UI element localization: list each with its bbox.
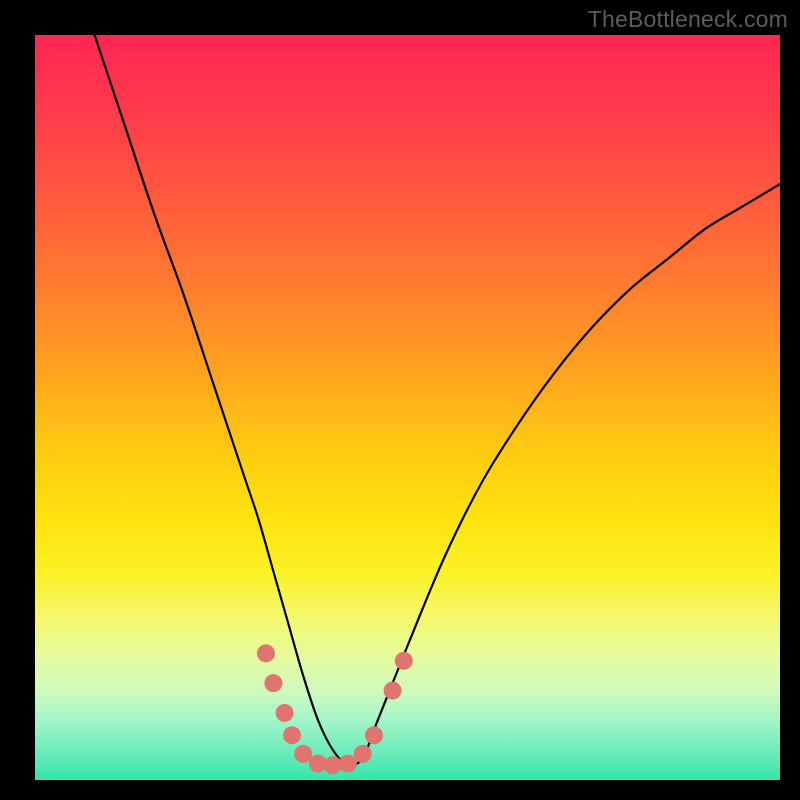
watermark-text: TheBottleneck.com	[588, 6, 788, 33]
curve-marker	[365, 726, 383, 744]
gradient-plot-area	[35, 35, 780, 780]
curve-marker	[384, 682, 402, 700]
curve-marker	[395, 652, 413, 670]
chart-stage: TheBottleneck.com	[0, 0, 800, 800]
curve-marker	[257, 644, 275, 662]
curve-marker	[276, 704, 294, 722]
curve-marker	[339, 755, 357, 773]
bottleneck-curve-svg	[35, 35, 780, 780]
curve-marker	[283, 726, 301, 744]
curve-marker	[294, 745, 312, 763]
curve-marker	[264, 674, 282, 692]
bottleneck-curve-path	[95, 35, 780, 766]
curve-marker	[354, 745, 372, 763]
